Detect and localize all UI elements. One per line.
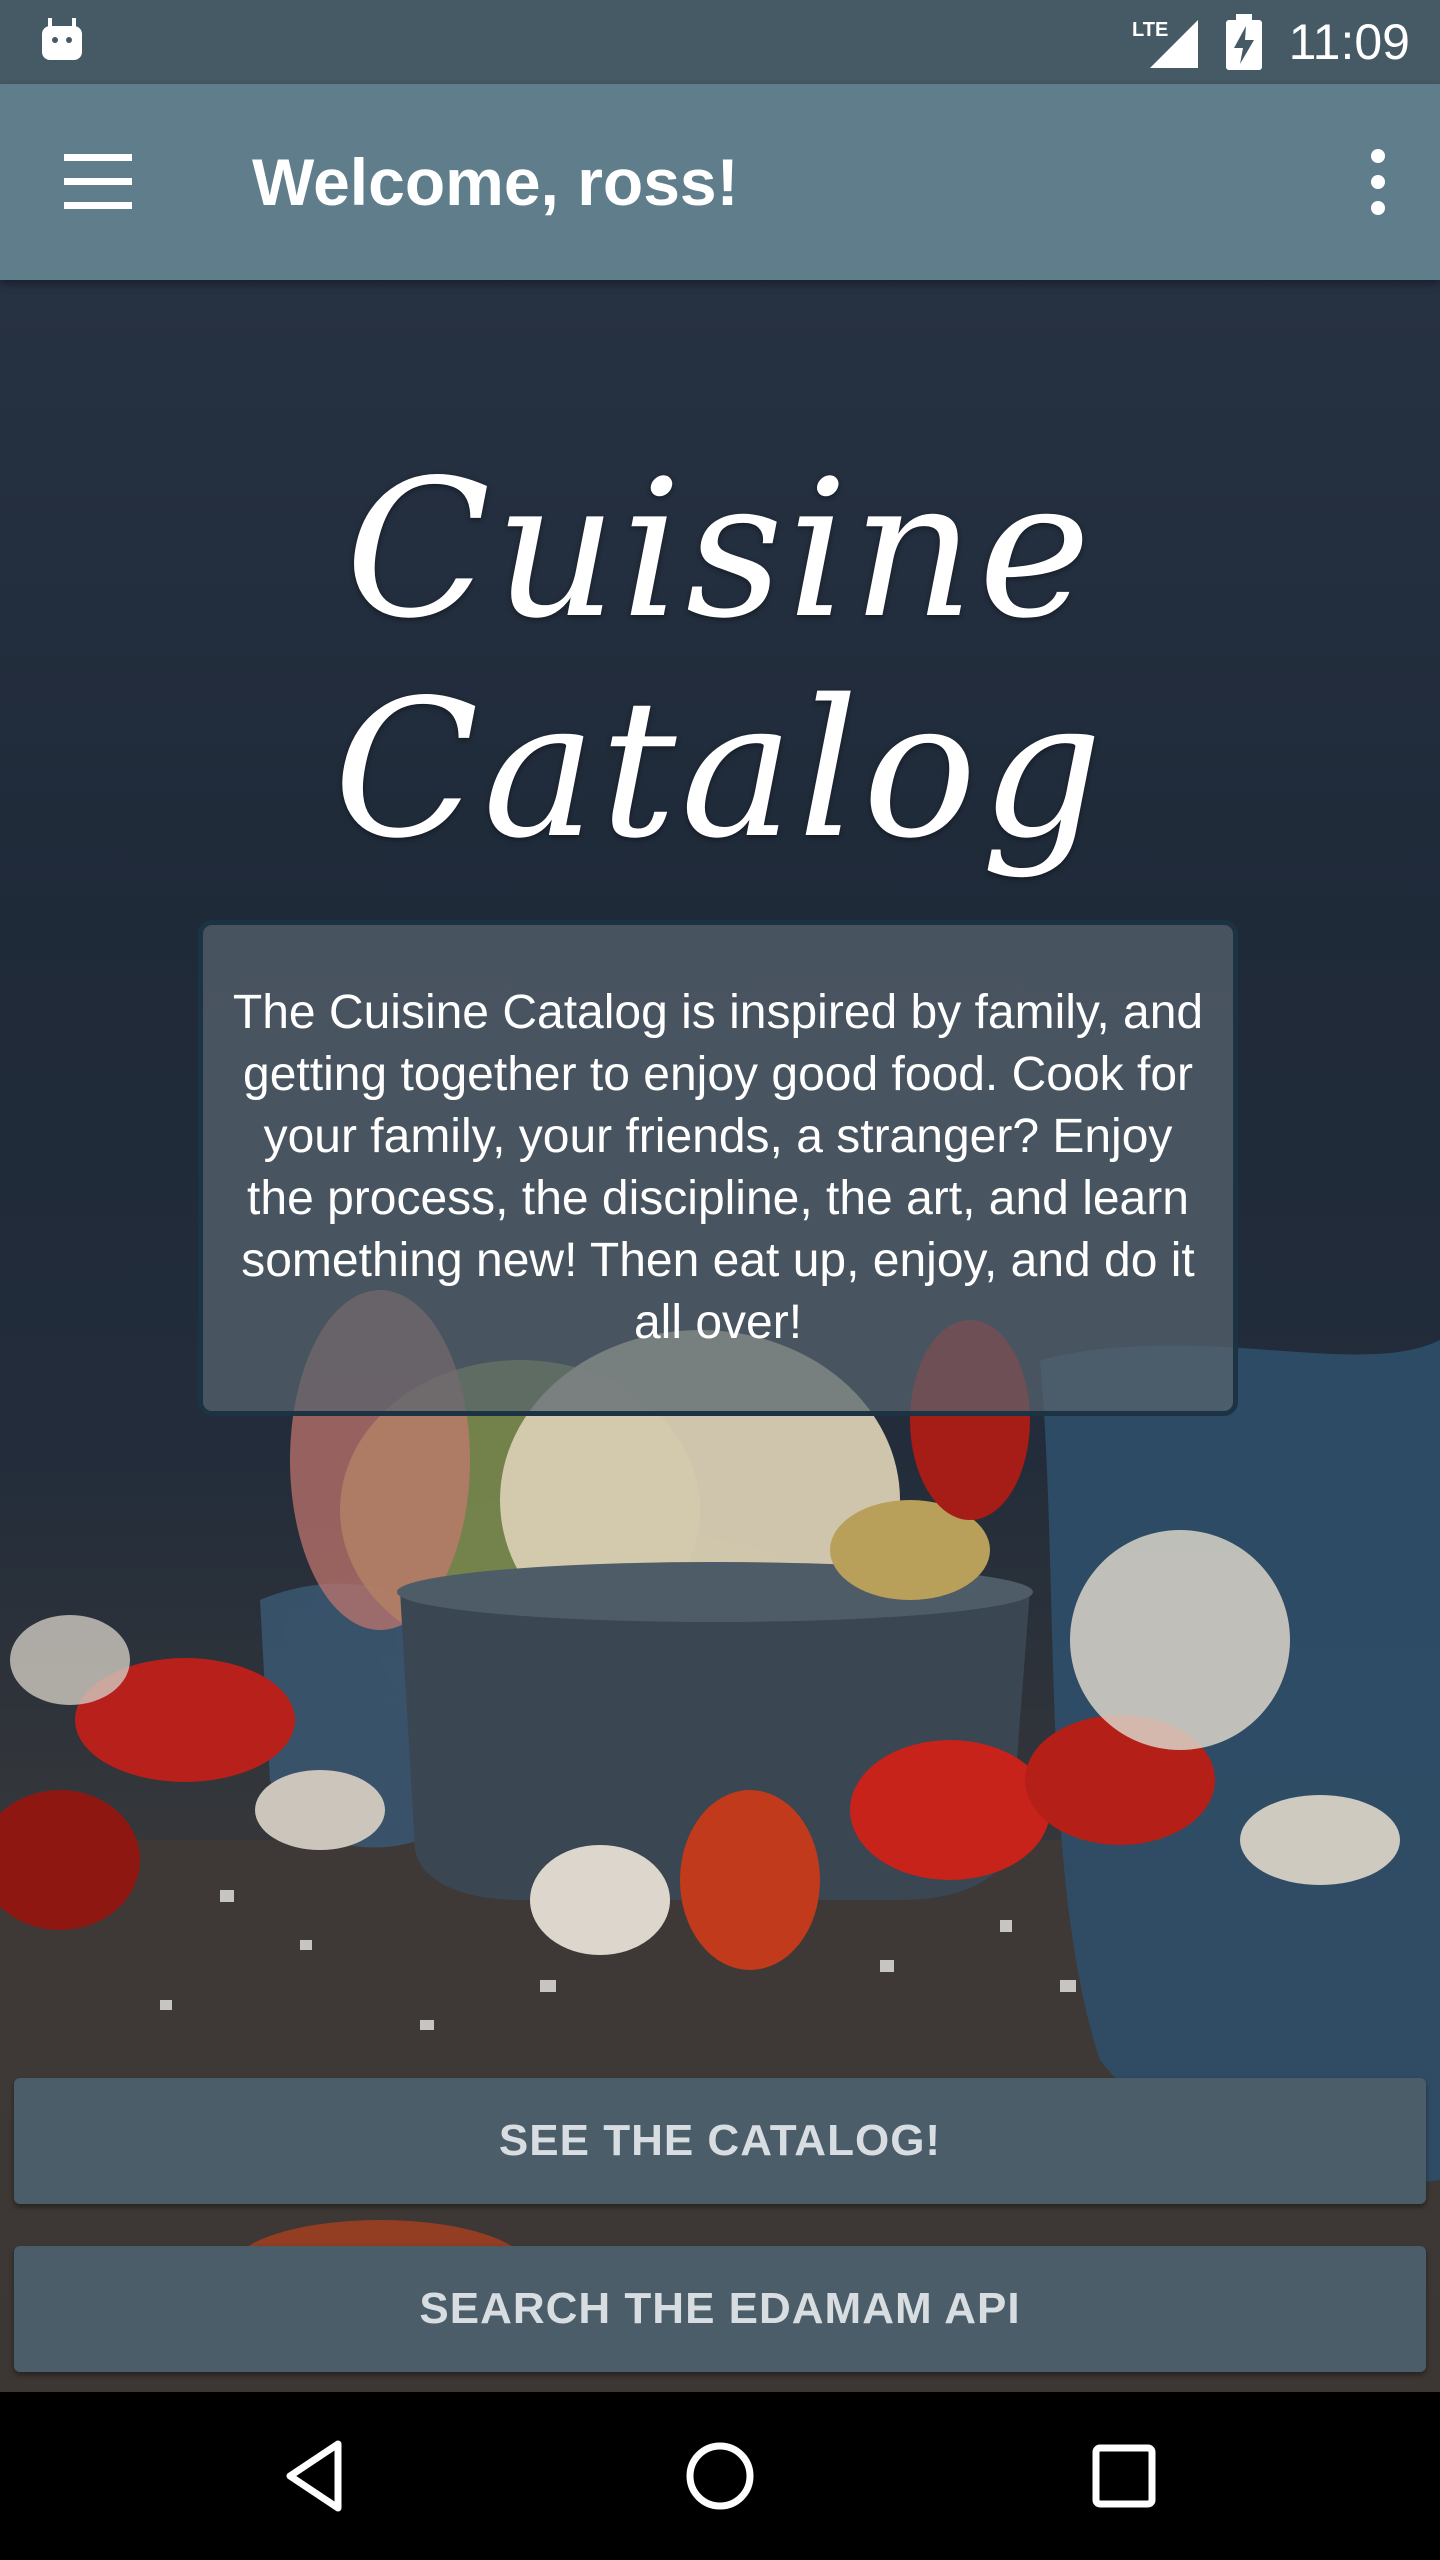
app-logo: Cuisine Catalog [333, 439, 1107, 880]
lte-signal-icon: LTE [1132, 19, 1198, 68]
recents-icon[interactable] [1082, 2434, 1166, 2518]
network-label: LTE [1132, 19, 1168, 41]
intro-card: The Cuisine Catalog is inspired by famil… [198, 920, 1238, 1416]
app-bar: Welcome, ross! [0, 84, 1440, 280]
intro-text: The Cuisine Catalog is inspired by famil… [232, 986, 1204, 1349]
page-title: Welcome, ross! [252, 145, 739, 219]
search-edamam-button[interactable]: SEARCH THE EDAMAM API [14, 2246, 1426, 2372]
see-catalog-button[interactable]: SEE THE CATALOG! [14, 2078, 1426, 2204]
system-nav-bar [0, 2392, 1440, 2560]
home-icon[interactable] [678, 2434, 762, 2518]
android-icon [42, 18, 82, 60]
back-icon[interactable] [274, 2434, 358, 2518]
hero-background: Cuisine Catalog The Cuisine Catalog is i… [0, 280, 1440, 2392]
overflow-menu-icon[interactable] [1352, 146, 1404, 218]
menu-icon[interactable] [58, 148, 138, 216]
battery-charging-icon [1226, 14, 1262, 70]
status-bar: LTE 11:09 [0, 0, 1440, 84]
status-time: 11:09 [1288, 14, 1410, 70]
